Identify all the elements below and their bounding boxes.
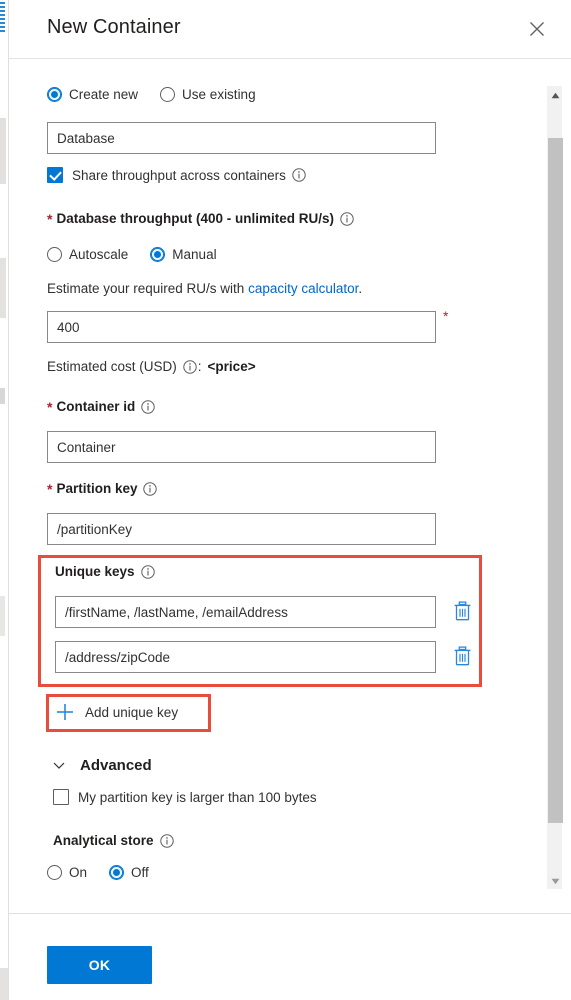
analytical-store-radio-group: On Off xyxy=(47,865,171,880)
radio-analytical-on-label: On xyxy=(69,865,88,880)
large-partition-key-label: My partition key is larger than 100 byte… xyxy=(78,789,317,805)
radio-use-existing[interactable]: Use existing xyxy=(160,87,256,102)
delete-unique-key-button[interactable] xyxy=(451,600,473,624)
info-icon[interactable] xyxy=(140,564,155,579)
background-blue-strip xyxy=(0,2,5,32)
radio-use-existing-indicator xyxy=(160,87,176,102)
radio-analytical-off-indicator xyxy=(109,865,125,880)
unique-keys-label-row: Unique keys xyxy=(55,564,155,579)
radio-create-new-label: Create new xyxy=(69,87,139,102)
database-id-field-wrap xyxy=(47,122,436,154)
unique-key-input[interactable] xyxy=(55,641,436,673)
panel-scrollbar[interactable] xyxy=(546,85,563,890)
capacity-estimate-suffix: . xyxy=(358,281,363,296)
partition-key-input[interactable] xyxy=(47,513,436,545)
radio-analytical-off[interactable]: Off xyxy=(109,865,149,880)
container-id-label-row: * Container id xyxy=(47,399,155,414)
background-gray-strip xyxy=(0,968,8,1000)
radio-analytical-off-label: Off xyxy=(131,865,149,880)
chevron-down-icon xyxy=(50,756,68,774)
throughput-mode-radio-group: Autoscale Manual xyxy=(47,247,239,262)
throughput-field-wrap xyxy=(47,311,436,343)
plus-icon xyxy=(55,702,75,722)
estimated-cost-row: Estimated cost (USD) : <price> xyxy=(47,359,256,374)
info-icon[interactable] xyxy=(141,399,155,414)
container-id-field-wrap xyxy=(47,431,436,463)
radio-create-new-indicator xyxy=(47,87,62,102)
radio-analytical-on[interactable]: On xyxy=(47,865,87,880)
chevron-up-icon xyxy=(551,87,560,102)
large-partition-key-checkbox-indicator xyxy=(53,789,69,805)
radio-create-new[interactable]: Create new xyxy=(47,87,138,102)
required-asterisk: * xyxy=(47,398,53,415)
radio-manual-indicator xyxy=(150,247,166,262)
add-unique-key-wrap: Add unique key xyxy=(55,702,178,722)
container-id-label: Container id xyxy=(56,399,136,414)
scroll-up-button[interactable] xyxy=(547,86,564,103)
share-throughput-checkbox[interactable]: Share throughput across containers xyxy=(47,167,306,183)
unique-key-input[interactable] xyxy=(55,596,436,628)
info-icon[interactable] xyxy=(143,481,158,496)
page-title: New Container xyxy=(47,16,181,38)
capacity-calculator-link[interactable]: capacity calculator xyxy=(248,281,358,296)
database-id-input[interactable] xyxy=(47,122,436,154)
info-icon[interactable] xyxy=(292,168,306,182)
close-icon xyxy=(529,21,545,37)
share-throughput-checkbox-indicator xyxy=(47,167,63,183)
scroll-down-button[interactable] xyxy=(547,872,564,889)
info-icon[interactable] xyxy=(183,359,197,374)
radio-manual-label: Manual xyxy=(172,247,217,262)
radio-autoscale[interactable]: Autoscale xyxy=(47,247,128,262)
background-gray-strip xyxy=(0,258,6,318)
scrollbar-thumb[interactable] xyxy=(548,138,563,823)
throughput-input[interactable] xyxy=(47,311,436,343)
partition-key-label-row: * Partition key xyxy=(47,480,158,497)
capacity-estimate-text: Estimate your required RU/s with capacit… xyxy=(47,281,362,296)
estimated-cost-label: Estimated cost (USD) xyxy=(47,359,177,374)
required-asterisk: * xyxy=(47,210,53,227)
advanced-label: Advanced xyxy=(80,756,152,774)
large-partition-key-checkbox[interactable]: My partition key is larger than 100 byte… xyxy=(53,789,317,805)
radio-autoscale-indicator xyxy=(47,247,62,262)
estimated-cost-value: <price> xyxy=(207,359,256,374)
add-unique-key-label: Add unique key xyxy=(85,704,179,720)
estimated-cost-separator: : xyxy=(197,359,202,374)
panel-header: New Container xyxy=(9,0,571,59)
advanced-section-toggle[interactable]: Advanced xyxy=(50,756,152,774)
unique-key-row xyxy=(55,641,473,673)
unique-key-row xyxy=(55,596,473,628)
database-throughput-label-row: * Database throughput (400 - unlimited R… xyxy=(47,211,354,226)
chevron-down-icon xyxy=(551,873,560,888)
share-throughput-label: Share throughput across containers xyxy=(72,167,286,183)
trash-icon xyxy=(453,600,472,624)
database-throughput-label: Database throughput (400 - unlimited RU/… xyxy=(56,211,334,226)
background-gray-strip xyxy=(0,596,5,636)
panel-scroll-body: Create new Use existing Share throughput… xyxy=(9,59,571,913)
new-container-panel: New Container Create new Use existing Da… xyxy=(8,0,571,1000)
database-mode-radio-group: Create new Use existing xyxy=(47,87,278,102)
trash-icon xyxy=(453,645,472,669)
radio-manual[interactable]: Manual xyxy=(150,247,217,262)
throughput-required-asterisk: * xyxy=(443,308,449,324)
background-gray-strip xyxy=(0,388,5,404)
panel-footer: OK xyxy=(9,913,571,1000)
info-icon[interactable] xyxy=(340,211,354,226)
required-asterisk: * xyxy=(47,480,53,497)
analytical-store-label: Analytical store xyxy=(53,833,154,848)
info-icon[interactable] xyxy=(159,833,174,848)
delete-unique-key-button[interactable] xyxy=(451,645,473,669)
add-unique-key-button[interactable]: Add unique key xyxy=(55,702,178,722)
analytical-store-label-row: Analytical store xyxy=(53,833,174,848)
partition-key-field-wrap xyxy=(47,513,436,545)
background-gray-strip xyxy=(0,118,6,184)
unique-keys-label: Unique keys xyxy=(55,564,135,579)
radio-analytical-on-indicator xyxy=(47,865,62,880)
close-button[interactable] xyxy=(520,12,554,46)
radio-autoscale-label: Autoscale xyxy=(69,247,129,262)
partition-key-label: Partition key xyxy=(56,481,138,496)
radio-use-existing-label: Use existing xyxy=(182,87,256,102)
ok-button[interactable]: OK xyxy=(47,946,152,984)
container-id-input[interactable] xyxy=(47,431,436,463)
capacity-estimate-prefix: Estimate your required RU/s with xyxy=(47,281,249,296)
